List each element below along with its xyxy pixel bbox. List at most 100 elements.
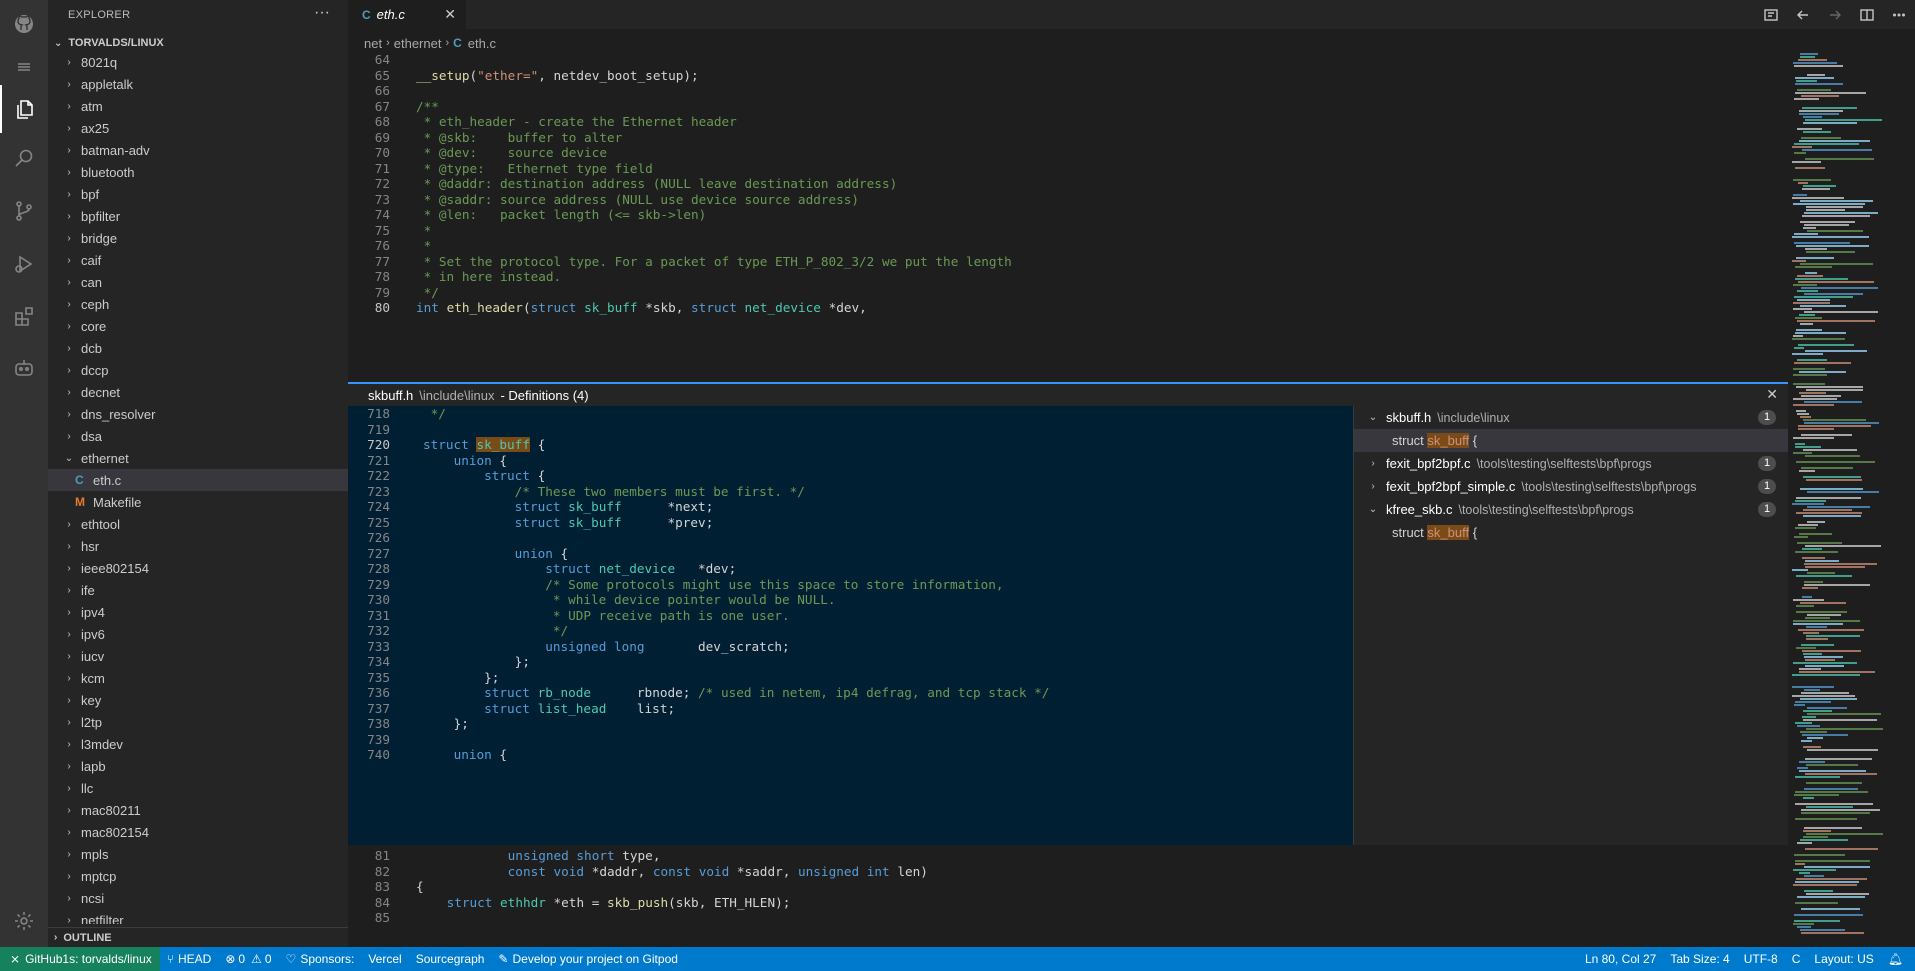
go-back-icon[interactable] bbox=[1787, 0, 1819, 29]
tree-item[interactable]: › l2tp bbox=[48, 711, 348, 733]
breadcrumb-eth-c[interactable]: eth.c bbox=[468, 36, 496, 51]
peek-close-icon[interactable]: ✕ bbox=[1766, 386, 1778, 403]
tree-item[interactable]: › dcb bbox=[48, 337, 348, 359]
minimap-line bbox=[1803, 719, 1877, 721]
tree-item[interactable]: › bridge bbox=[48, 227, 348, 249]
search-icon[interactable] bbox=[0, 134, 48, 182]
minimap-line bbox=[1792, 686, 1834, 688]
tree-item[interactable]: › ipv4 bbox=[48, 601, 348, 623]
tree-item[interactable]: › lapb bbox=[48, 755, 348, 777]
gitpod-item[interactable]: ✎ Develop your project on Gitpod bbox=[491, 947, 685, 971]
tree-item[interactable]: › bpf bbox=[48, 183, 348, 205]
line-text: /* These two members must be first. */ bbox=[423, 483, 805, 499]
outline-section-header[interactable]: › OUTLINE bbox=[48, 927, 348, 947]
tree-item[interactable]: › caif bbox=[48, 249, 348, 271]
tree-item-label: dcb bbox=[81, 340, 102, 356]
line-number: 720 bbox=[367, 437, 390, 452]
reference-file[interactable]: › fexit_bpf2bpf_simple.c \tools\testing\se… bbox=[1354, 475, 1788, 498]
source-control-icon[interactable] bbox=[0, 187, 48, 235]
minimap-line bbox=[1802, 188, 1830, 190]
go-forward-icon[interactable] bbox=[1819, 0, 1851, 29]
branch-indicator[interactable]: ⑂ HEAD bbox=[160, 947, 219, 971]
tree-item[interactable]: › decnet bbox=[48, 381, 348, 403]
tree-item[interactable]: › bluetooth bbox=[48, 161, 348, 183]
remote-indicator[interactable]: ⨯ GitHub1s: torvalds/linux bbox=[0, 947, 160, 971]
tree-item[interactable]: › mac80211 bbox=[48, 799, 348, 821]
tree-item[interactable]: › mac802154 bbox=[48, 821, 348, 843]
tree-item[interactable]: › dns_resolver bbox=[48, 403, 348, 425]
sponsor-sourcegraph[interactable]: Sourcegraph bbox=[409, 947, 492, 971]
sponsors-item[interactable]: ♡ Sponsors: bbox=[279, 947, 362, 971]
reference-file[interactable]: ⌄ skbuff.h \include\linux 1 bbox=[1354, 406, 1788, 429]
minimap-line bbox=[1807, 506, 1870, 508]
extensions-icon[interactable] bbox=[0, 292, 48, 340]
tab-eth-c[interactable]: C eth.c ✕ bbox=[348, 0, 466, 29]
tree-item[interactable]: › batman-adv bbox=[48, 139, 348, 161]
reference-file[interactable]: ⌄ kfree_skb.c \tools\testing\selftests\bpf… bbox=[1354, 498, 1788, 521]
tree-item[interactable]: › bpfilter bbox=[48, 205, 348, 227]
minimap-line bbox=[1803, 515, 1861, 517]
tree-item[interactable]: › dccp bbox=[48, 359, 348, 381]
notifications-bell-icon[interactable]: 🔔︎ bbox=[1881, 947, 1915, 971]
more-actions-icon[interactable] bbox=[1883, 0, 1915, 29]
github-icon[interactable] bbox=[0, 0, 48, 48]
tree-item[interactable]: › iucv bbox=[48, 645, 348, 667]
tree-item[interactable]: › ceph bbox=[48, 293, 348, 315]
keyboard-layout[interactable]: Layout: US bbox=[1807, 947, 1880, 971]
breadcrumb-net[interactable]: net bbox=[364, 36, 382, 51]
tab-close-icon[interactable]: ✕ bbox=[444, 6, 456, 23]
language-mode[interactable]: C bbox=[1785, 947, 1808, 971]
code-editor-top[interactable]: 64 65 __setup("ether=", netdev_boot_setup)… bbox=[348, 52, 1788, 374]
problems-indicator[interactable]: ⊗ 0 ⚠ 0 bbox=[218, 947, 278, 971]
repo-section-header[interactable]: ⌄ TORVALDS/LINUX bbox=[48, 33, 348, 53]
cursor-position[interactable]: Ln 80, Col 27 bbox=[1578, 947, 1663, 971]
tree-item[interactable]: › ax25 bbox=[48, 117, 348, 139]
tree-item[interactable]: ⌄ ethernet bbox=[48, 447, 348, 469]
tab-size[interactable]: Tab Size: 4 bbox=[1663, 947, 1736, 971]
code-editor-bottom[interactable]: 81 unsigned short type, 82 const void *da… bbox=[348, 848, 1788, 944]
tree-item[interactable]: › kcm bbox=[48, 667, 348, 689]
tree-item[interactable]: › ncsi bbox=[48, 887, 348, 909]
tree-item[interactable]: › ethtool bbox=[48, 513, 348, 535]
tree-item[interactable]: › ieee802154 bbox=[48, 557, 348, 579]
open-preview-icon[interactable] bbox=[1755, 0, 1787, 29]
code-line: 730 * while device pointer would be NULL… bbox=[348, 592, 1353, 608]
run-debug-icon[interactable] bbox=[0, 240, 48, 288]
encoding[interactable]: UTF-8 bbox=[1737, 947, 1785, 971]
tree-item[interactable]: › ife bbox=[48, 579, 348, 601]
peek-code-view[interactable]: 718 */719 720 struct sk_buff {721 union {7… bbox=[348, 406, 1353, 845]
tree-item[interactable]: › ipv6 bbox=[48, 623, 348, 645]
tree-item[interactable]: › appletalk bbox=[48, 73, 348, 95]
reference-file[interactable]: › fexit_bpf2bpf.c \tools\testing\selftests… bbox=[1354, 452, 1788, 475]
split-editor-icon[interactable] bbox=[1851, 0, 1883, 29]
tree-item[interactable]: › l3mdev bbox=[48, 733, 348, 755]
minimap-line bbox=[1797, 926, 1811, 928]
sponsor-vercel[interactable]: Vercel bbox=[361, 947, 408, 971]
tree-item[interactable]: › can bbox=[48, 271, 348, 293]
tree-item[interactable]: › llc bbox=[48, 777, 348, 799]
breadcrumb-ethernet[interactable]: ethernet bbox=[394, 36, 442, 51]
minimap[interactable] bbox=[1788, 53, 1915, 947]
tree-item[interactable]: › netfilter bbox=[48, 909, 348, 925]
tree-item[interactable]: Ceth.c bbox=[48, 469, 348, 491]
tree-item[interactable]: › hsr bbox=[48, 535, 348, 557]
copilot-icon[interactable] bbox=[0, 344, 48, 392]
tree-item[interactable]: › core bbox=[48, 315, 348, 337]
tree-item[interactable]: › key bbox=[48, 689, 348, 711]
menu-icon[interactable] bbox=[0, 43, 48, 91]
tree-item[interactable]: › mptcp bbox=[48, 865, 348, 887]
line-text: struct sk_buff { bbox=[423, 437, 546, 452]
reference-match[interactable]: struct sk_buff { bbox=[1354, 521, 1788, 544]
explorer-icon[interactable] bbox=[0, 85, 48, 133]
settings-gear-icon[interactable] bbox=[0, 897, 48, 945]
tree-item[interactable]: › mpls bbox=[48, 843, 348, 865]
tree-item[interactable]: › atm bbox=[48, 95, 348, 117]
tree-item[interactable]: › dsa bbox=[48, 425, 348, 447]
tree-item[interactable]: › 8021q bbox=[48, 51, 348, 73]
tree-item[interactable]: M Makefile bbox=[48, 491, 348, 513]
reference-match[interactable]: struct sk_buff { bbox=[1354, 429, 1788, 452]
chevron-right-icon: › bbox=[67, 298, 71, 310]
remote-label: GitHub1s: torvalds/linux bbox=[25, 952, 152, 966]
peek-file-name[interactable]: skbuff.h bbox=[368, 388, 413, 403]
more-actions-icon[interactable]: ··· bbox=[314, 4, 330, 22]
